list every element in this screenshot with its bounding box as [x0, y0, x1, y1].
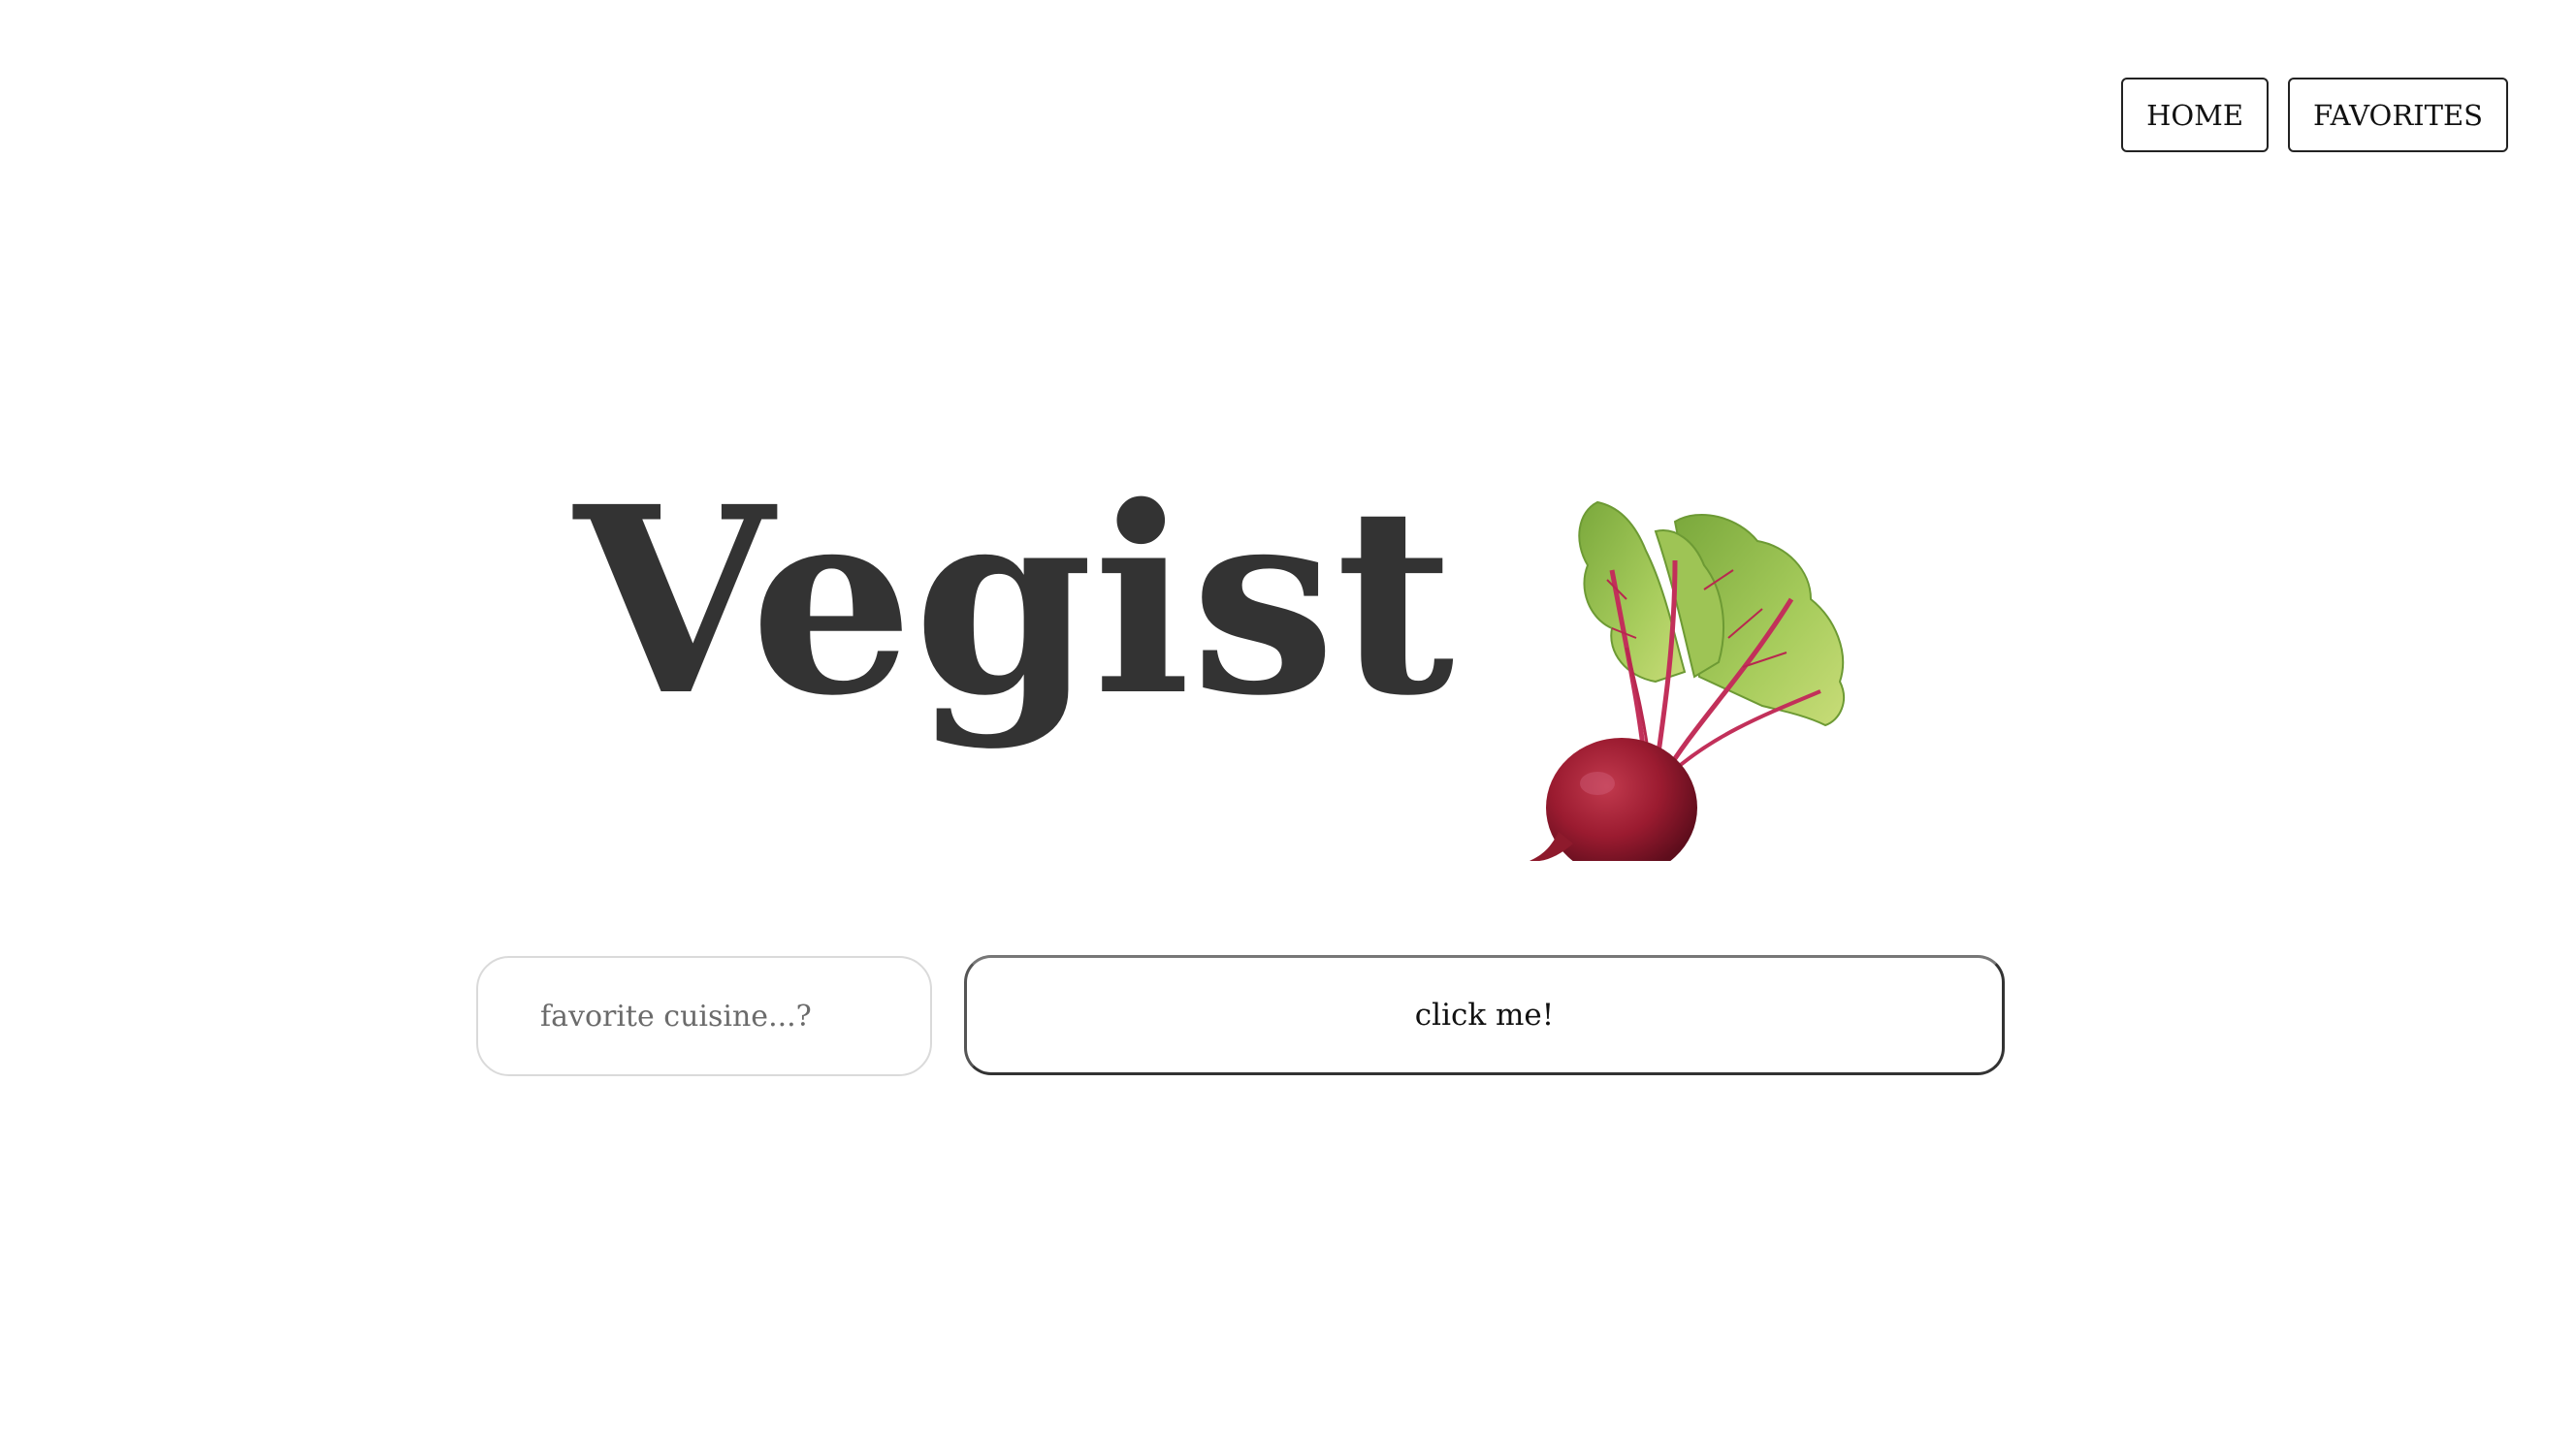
- top-nav: HOME FAVORITES: [2121, 78, 2508, 152]
- beetroot-icon: [1530, 500, 1845, 861]
- app-title: Vegist: [574, 451, 1455, 752]
- favorites-button[interactable]: FAVORITES: [2288, 78, 2508, 152]
- submit-button[interactable]: click me!: [964, 955, 2005, 1075]
- home-button[interactable]: HOME: [2121, 78, 2270, 152]
- cuisine-search-input[interactable]: [476, 956, 932, 1076]
- hero: Vegist: [574, 473, 1932, 861]
